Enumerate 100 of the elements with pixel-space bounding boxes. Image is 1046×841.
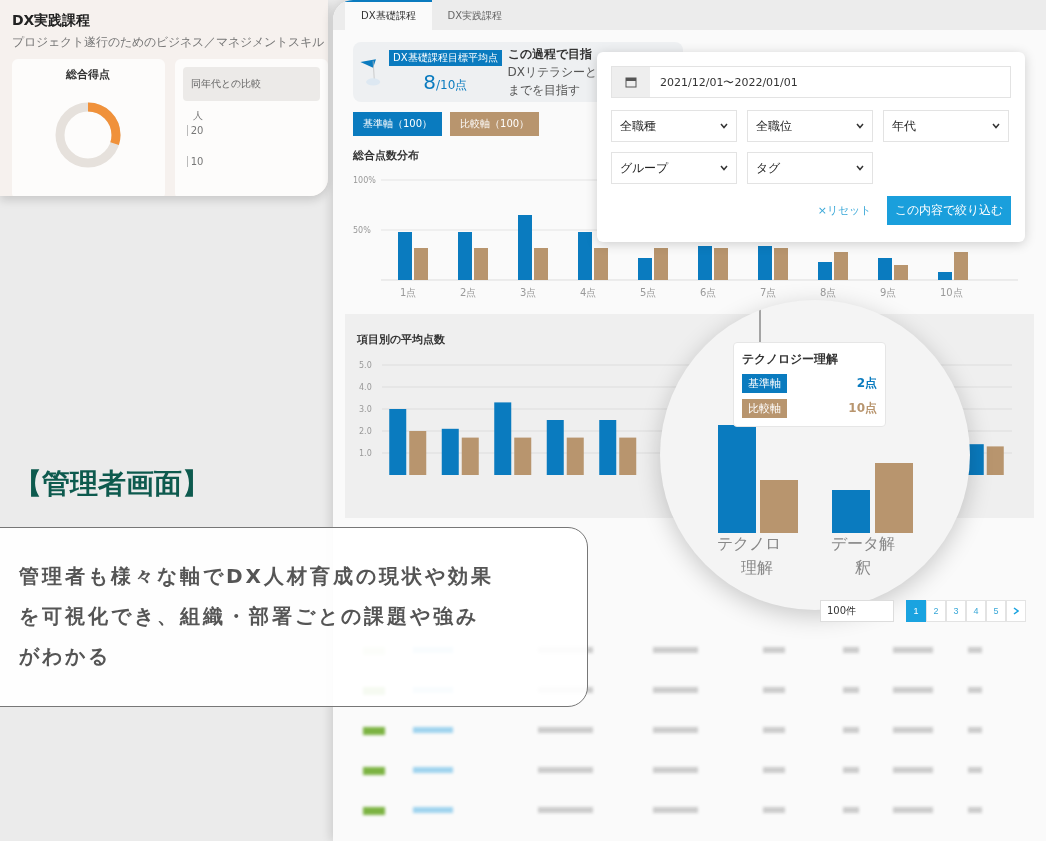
chevron-right-icon <box>1013 607 1019 615</box>
tooltip-value: 10点 <box>848 400 877 417</box>
axis-label: 10点 <box>940 287 963 298</box>
filter-dropdown[interactable]: 全職種 <box>611 110 737 142</box>
flag-icon <box>359 57 383 87</box>
axis-label: 9点 <box>880 287 897 298</box>
chart-bar <box>474 248 488 280</box>
axis-label: 5.0 <box>359 361 372 370</box>
filter-dropdown[interactable]: グループ <box>611 152 737 184</box>
chart-bar <box>654 248 668 280</box>
chart-bar <box>878 258 892 280</box>
chart-bar <box>599 420 617 475</box>
calendar-icon <box>625 76 637 88</box>
chart-bar <box>566 437 584 475</box>
chart-bar <box>458 232 472 280</box>
magnified-bar <box>760 480 798 533</box>
chart-bar <box>698 246 712 280</box>
axis-label: 4.0 <box>359 383 372 392</box>
card-title: 総合得点 <box>66 67 111 82</box>
chart-bar <box>518 215 532 280</box>
date-range-field[interactable]: 2021/12/01〜2022/01/01 <box>611 66 1011 98</box>
chart-bar <box>714 248 728 280</box>
axis-label: 3.0 <box>359 405 372 414</box>
chart-bar <box>894 265 908 280</box>
chart-bar <box>758 246 772 280</box>
goal-badge: DX基礎課程目標平均点 <box>389 50 502 66</box>
axis-tick: 10 <box>186 156 204 167</box>
chart-bar <box>938 272 952 280</box>
filter-dropdown[interactable]: 年代 <box>883 110 1009 142</box>
axis-label: 50% <box>353 226 371 235</box>
card-title: 同年代との比較 <box>182 67 320 101</box>
goal-text: までを目指す <box>507 81 581 99</box>
chart-bar <box>638 258 652 280</box>
chart-bar <box>398 232 412 280</box>
axis-label: 4点 <box>580 287 597 298</box>
chart-bar <box>534 248 548 280</box>
chart-bar <box>441 428 459 475</box>
tooltip-title: テクノロジー理解 <box>742 351 839 368</box>
apply-filter-button[interactable]: この内容で絞り込む <box>887 196 1011 225</box>
axis-chip: 基準軸 <box>742 374 787 393</box>
chart-bar <box>834 252 848 280</box>
chart-bar <box>774 248 788 280</box>
chart-bar <box>546 420 564 475</box>
course-title: DX実践課程 <box>12 12 91 30</box>
reset-link[interactable]: ×リセット <box>817 203 871 218</box>
page-button[interactable]: 2 <box>926 600 946 622</box>
chart-bar <box>409 431 427 475</box>
axis-chip: 比較軸 <box>742 399 787 418</box>
axis-label: 2.0 <box>359 427 372 436</box>
axis-button[interactable]: 基準軸（100） <box>353 112 443 136</box>
page-button[interactable]: 1 <box>906 600 926 622</box>
axis-label: 3点 <box>520 287 537 298</box>
course-tab[interactable]: DX実践課程 <box>431 0 519 30</box>
per-page-select[interactable]: 100件 <box>820 600 894 622</box>
course-tab[interactable]: DX基礎課程 <box>345 0 432 30</box>
promo-heading: 【管理者画面】 <box>14 466 210 502</box>
axis-label: テクノロ <box>717 533 781 555</box>
page-button[interactable]: 5 <box>986 600 1006 622</box>
chevron-down-icon <box>856 165 864 171</box>
chevron-down-icon <box>720 123 728 129</box>
chevron-down-icon <box>992 123 1000 129</box>
promo-description: 管理者も様々な軸でDX人材育成の現状や効果を可視化でき、組織・部署ごとの課題や強みがわかる <box>19 563 496 670</box>
chart-bar <box>818 262 832 280</box>
chart-bar <box>461 437 479 475</box>
axis-label: データ解 <box>831 533 895 555</box>
axis-label: 1.0 <box>359 449 372 458</box>
goal-text: DXリテラシーと <box>507 63 598 81</box>
filter-dropdown[interactable]: 全職位 <box>747 110 873 142</box>
axis-label: 100% <box>353 176 376 185</box>
axis-label: 1点 <box>400 287 417 298</box>
axis-label: 6点 <box>700 287 717 298</box>
tooltip-value: 2点 <box>856 375 877 392</box>
axis-label: 8点 <box>820 287 837 298</box>
section-title: 総合点数分布 <box>353 148 419 163</box>
goal-score: 8/10点 <box>422 70 469 94</box>
chart-bar <box>954 252 968 280</box>
chevron-down-icon <box>856 123 864 129</box>
axis-label: 理解 <box>741 557 773 579</box>
axis-label: 7点 <box>760 287 777 298</box>
axis-label: 5点 <box>640 287 657 298</box>
page-button[interactable]: 3 <box>946 600 966 622</box>
magnified-bar <box>875 463 913 533</box>
axis-label: 2点 <box>460 287 477 298</box>
axis-tick: 20 <box>186 125 204 136</box>
chart-bar <box>414 248 428 280</box>
page-button[interactable]: 4 <box>966 600 986 622</box>
next-page-button[interactable] <box>1006 600 1026 622</box>
axis-button[interactable]: 比較軸（100） <box>450 112 540 136</box>
axis-label: 釈 <box>855 557 871 579</box>
course-description: プロジェクト遂行のためのビジネス／マネジメントスキル <box>12 34 324 51</box>
section-title: 項目別の平均点数 <box>357 332 445 347</box>
goal-heading: この過程で目指 <box>507 45 593 63</box>
chart-bar <box>514 437 532 475</box>
chart-bar <box>578 232 592 280</box>
chart-bar <box>619 437 637 475</box>
chart-bar <box>389 409 407 475</box>
filter-dropdown[interactable]: タグ <box>747 152 873 184</box>
chart-bar <box>986 446 1004 475</box>
chevron-down-icon <box>720 165 728 171</box>
magnified-bar <box>832 490 870 533</box>
